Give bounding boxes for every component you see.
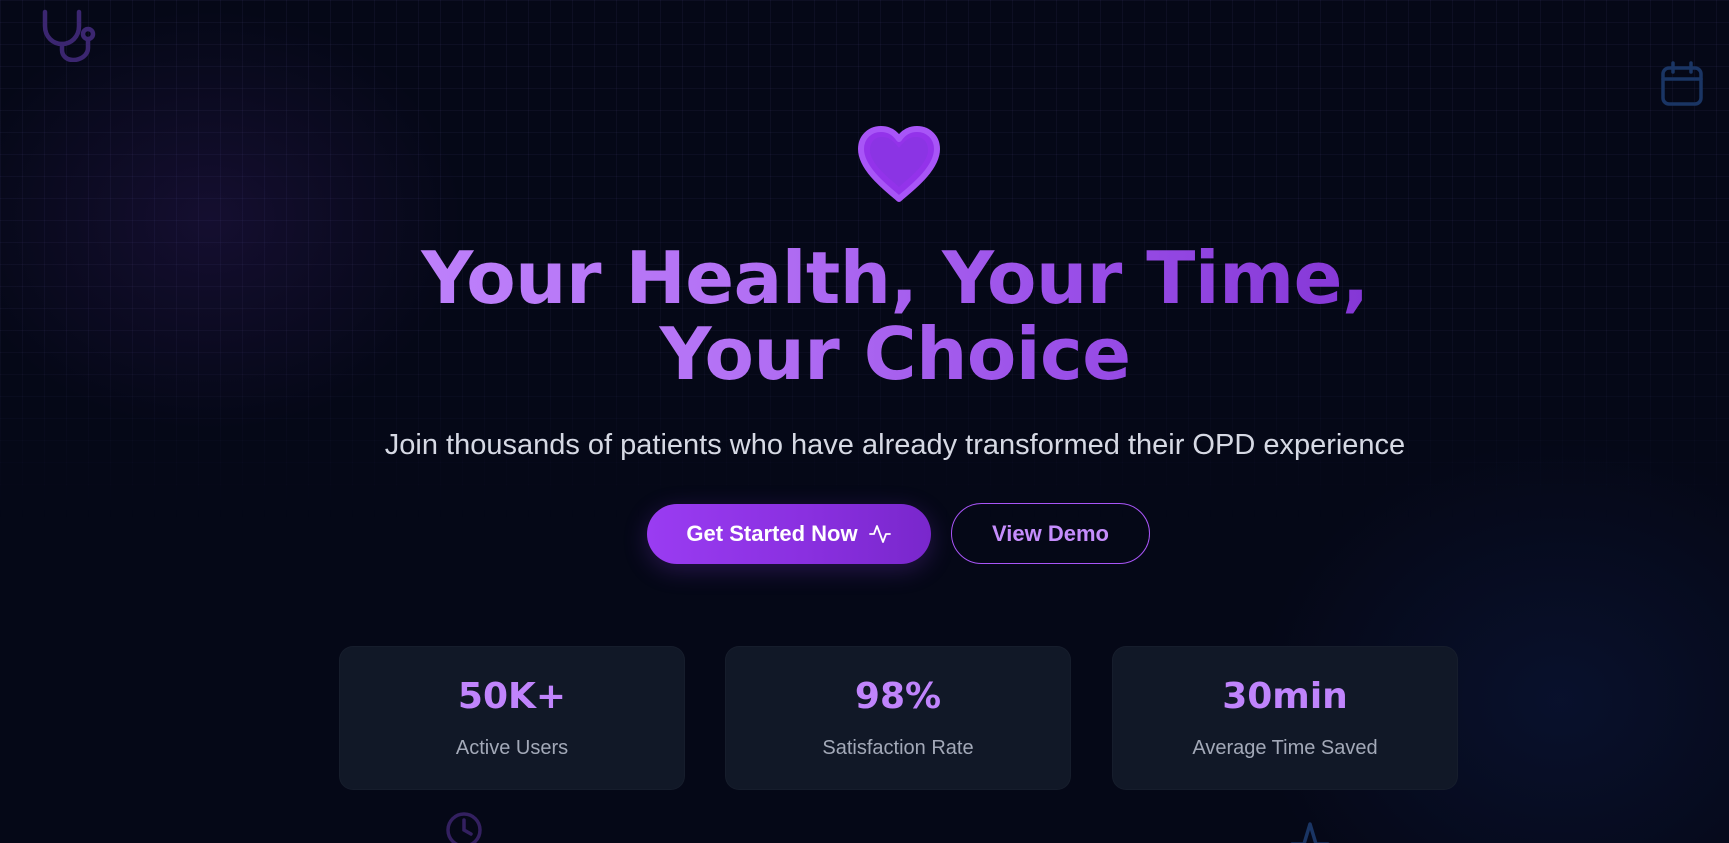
stat-value: 50K+ — [457, 676, 567, 717]
stat-value: 98% — [854, 676, 942, 717]
clock-icon — [446, 812, 482, 843]
get-started-label: Get Started Now — [686, 521, 858, 546]
stat-card-time-saved: 30min Average Time Saved — [1112, 646, 1458, 790]
pulse-icon — [1290, 822, 1330, 843]
stat-card-satisfaction-rate: 98% Satisfaction Rate — [725, 646, 1071, 790]
view-demo-button[interactable]: View Demo — [951, 503, 1150, 564]
hero-subtitle: Join thousands of patients who have alre… — [384, 429, 1406, 461]
get-started-button[interactable]: Get Started Now — [647, 504, 931, 564]
stat-card-active-users: 50K+ Active Users — [339, 646, 685, 790]
view-demo-label: View Demo — [992, 520, 1109, 546]
heart-icon — [858, 126, 940, 202]
stat-label: Average Time Saved — [1192, 737, 1378, 759]
landing-page: Your Health, Your Time, Your Choice Join… — [0, 0, 1729, 843]
hero-headline: Your Health, Your Time, Your Choice — [330, 240, 1460, 392]
stat-value: 30min — [1222, 676, 1348, 717]
activity-pulse-icon — [868, 525, 891, 543]
stat-label: Satisfaction Rate — [822, 737, 974, 759]
stat-label: Active Users — [455, 737, 569, 759]
calendar-icon — [1661, 61, 1703, 106]
stethoscope-icon — [42, 9, 96, 62]
